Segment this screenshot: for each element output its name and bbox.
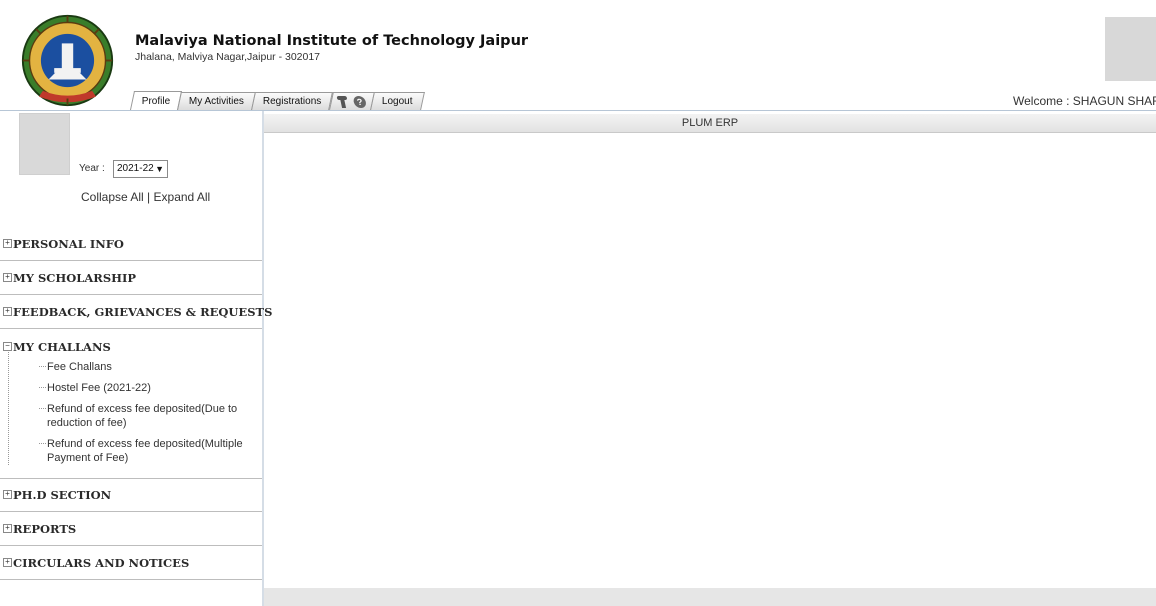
chevron-down-icon: ▼ <box>155 164 164 174</box>
site-header: Malaviya National Institute of Technolog… <box>0 0 1156 110</box>
institute-address: Jhalana, Malviya Nagar,Jaipur - 302017 <box>135 51 321 63</box>
section-phd[interactable]: + PH.D SECTION <box>0 478 262 512</box>
tab-logout[interactable]: Logout <box>369 92 425 110</box>
tab-my-activities[interactable]: My Activities <box>177 92 257 110</box>
tab-registrations[interactable]: Registrations <box>251 92 334 110</box>
top-tabs: Profile My Activities Registrations ? Lo… <box>129 90 425 110</box>
help-icon[interactable]: ? <box>352 95 367 108</box>
user-avatar[interactable] <box>1105 17 1156 81</box>
section-title: MY SCHOLARSHIP <box>13 271 137 285</box>
institute-logo <box>21 14 114 107</box>
institute-name: Malaviya National Institute of Technolog… <box>135 33 529 49</box>
year-select[interactable]: 2021-22 ▼ <box>113 160 168 178</box>
challans-item-fee-challans[interactable]: Fee Challans <box>39 360 112 374</box>
expand-all-link[interactable]: Expand All <box>154 190 211 204</box>
tab-tools: ? <box>328 92 375 110</box>
tab-profile[interactable]: Profile <box>129 91 183 110</box>
tab-label: My Activities <box>189 96 245 107</box>
year-label: Year : <box>79 163 105 174</box>
section-circulars-notices[interactable]: + CIRCULARS AND NOTICES <box>0 546 262 580</box>
expand-icon[interactable]: + <box>3 558 12 567</box>
tab-label: Registrations <box>263 96 322 107</box>
expand-icon[interactable]: + <box>3 307 12 316</box>
section-title: PERSONAL INFO <box>13 237 124 251</box>
tab-label: Profile <box>141 95 171 107</box>
collapse-all-link[interactable]: Collapse All <box>81 190 144 204</box>
wrench-icon[interactable] <box>336 96 349 108</box>
section-title: CIRCULARS AND NOTICES <box>13 556 190 570</box>
section-my-scholarship[interactable]: + MY SCHOLARSHIP <box>0 261 262 295</box>
section-personal-info[interactable]: + PERSONAL INFO <box>0 227 262 261</box>
section-feedback-grievances-requests[interactable]: + FEEDBACK, GRIEVANCES & REQUESTS <box>0 295 272 329</box>
expand-icon[interactable]: + <box>3 490 12 499</box>
main-footer <box>264 588 1156 606</box>
welcome-text: Welcome : SHAGUN SHARMA <box>1013 94 1156 108</box>
student-photo <box>19 113 70 175</box>
main-title: PLUM ERP <box>681 117 739 129</box>
challans-item-refund-reduction[interactable]: Refund of excess fee deposited(Due to re… <box>39 402 257 430</box>
section-title: FEEDBACK, GRIEVANCES & REQUESTS <box>13 305 273 319</box>
separator: | <box>147 190 151 204</box>
main-header: PLUM ERP <box>264 114 1156 133</box>
tab-label: Logout <box>381 96 413 107</box>
section-reports[interactable]: + REPORTS <box>0 512 262 546</box>
collapse-icon[interactable]: − <box>3 342 12 351</box>
section-title: PH.D SECTION <box>13 488 112 502</box>
section-title: MY CHALLANS <box>13 340 111 354</box>
year-value: 2021-22 <box>117 163 154 174</box>
section-my-challans[interactable]: − MY CHALLANS Fee Challans Hostel Fee (2… <box>0 330 262 479</box>
expand-icon[interactable]: + <box>3 524 12 533</box>
collapse-expand-controls: Collapse All | Expand All <box>81 190 210 204</box>
expand-icon[interactable]: + <box>3 239 12 248</box>
tree-line <box>8 352 9 465</box>
sidebar-border <box>262 111 264 606</box>
challans-item-hostel-fee[interactable]: Hostel Fee (2021-22) <box>39 381 151 395</box>
section-title: REPORTS <box>13 522 77 536</box>
challans-item-refund-multiple[interactable]: Refund of excess fee deposited(Multiple … <box>39 437 257 465</box>
expand-icon[interactable]: + <box>3 273 12 282</box>
